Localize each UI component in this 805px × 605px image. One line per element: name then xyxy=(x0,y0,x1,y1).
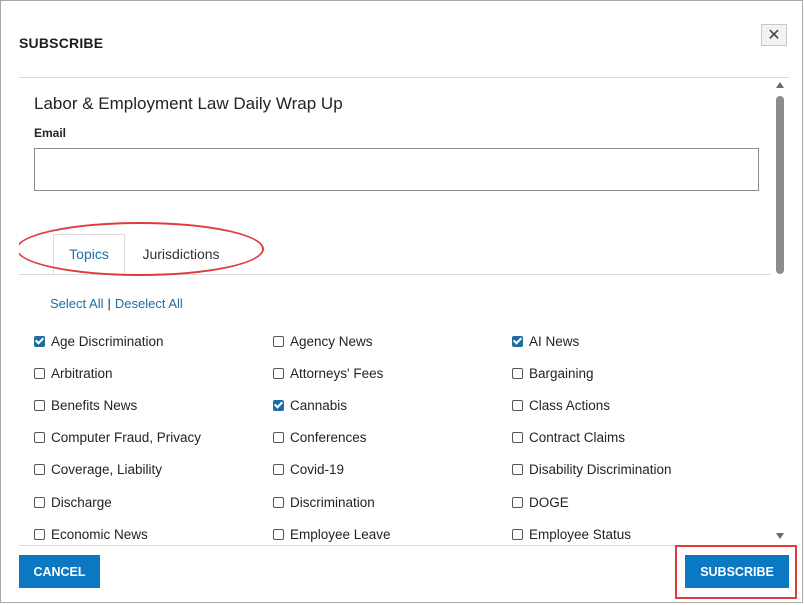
topic-label: Age Discrimination xyxy=(51,333,164,349)
scroll-up-arrow-icon[interactable] xyxy=(776,82,784,88)
dialog-body[interactable]: Labor & Employment Law Daily Wrap Up Ema… xyxy=(19,78,771,545)
topic-checkbox-item[interactable]: Employee Status xyxy=(512,525,631,543)
checkbox-unchecked[interactable] xyxy=(34,399,45,411)
subscribe-dialog: SUBSCRIBE ✕ Labor & Employment Law Daily… xyxy=(0,0,803,603)
checkbox-unchecked[interactable] xyxy=(34,528,45,540)
checkbox-unchecked[interactable] xyxy=(273,335,284,347)
topic-label: Coverage, Liability xyxy=(51,462,163,478)
topic-checkbox-item[interactable]: Cannabis xyxy=(273,396,347,414)
select-all-link[interactable]: Select All xyxy=(50,296,103,311)
cancel-button[interactable]: CANCEL xyxy=(19,555,100,588)
topic-label: Arbitration xyxy=(51,365,113,381)
topic-label: DOGE xyxy=(529,494,569,510)
topic-checkbox-item[interactable]: Attorneys' Fees xyxy=(273,364,383,382)
topic-label: Class Actions xyxy=(529,397,611,413)
close-icon: ✕ xyxy=(767,27,781,44)
topic-checkbox-item[interactable]: Discrimination xyxy=(273,493,375,511)
topic-label: Employee Leave xyxy=(290,526,391,542)
subscribe-button[interactable]: SUBSCRIBE xyxy=(685,555,789,588)
tab-topics[interactable]: Topics xyxy=(53,234,125,274)
topic-label: Economic News xyxy=(51,526,148,542)
checkbox-unchecked[interactable] xyxy=(273,464,284,476)
topic-checkbox-item[interactable]: Economic News xyxy=(34,525,148,543)
checkbox-unchecked[interactable] xyxy=(34,464,45,476)
footer-divider xyxy=(19,545,789,546)
tab-jurisdictions[interactable]: Jurisdictions xyxy=(133,234,229,273)
topic-label: Attorneys' Fees xyxy=(290,365,384,381)
checkbox-unchecked[interactable] xyxy=(34,496,45,508)
newsletter-title: Labor & Employment Law Daily Wrap Up xyxy=(34,94,343,113)
topic-label: Contract Claims xyxy=(529,430,626,446)
topic-label: Employee Status xyxy=(529,526,632,542)
email-label: Email xyxy=(34,126,67,140)
topic-label: Covid-19 xyxy=(290,462,345,478)
topic-label: Agency News xyxy=(290,333,373,349)
checkbox-unchecked[interactable] xyxy=(512,528,523,540)
checkbox-unchecked[interactable] xyxy=(34,367,45,379)
checkbox-unchecked[interactable] xyxy=(34,432,45,444)
checkbox-unchecked[interactable] xyxy=(273,496,284,508)
topic-checkbox-item[interactable]: DOGE xyxy=(512,493,569,511)
topic-label: Discharge xyxy=(51,494,112,510)
topic-checkbox-item[interactable]: Coverage, Liability xyxy=(34,461,162,479)
topic-label: Benefits News xyxy=(51,397,138,413)
topic-label: AI News xyxy=(529,333,580,349)
topic-checkbox-item[interactable]: Employee Leave xyxy=(273,525,391,543)
checkbox-unchecked[interactable] xyxy=(512,432,523,444)
topic-label: Conferences xyxy=(290,430,367,446)
email-field[interactable] xyxy=(34,148,759,191)
topic-checkbox-item[interactable]: Contract Claims xyxy=(512,429,625,447)
topic-label: Computer Fraud, Privacy xyxy=(51,430,202,446)
topic-label: Disability Discrimination xyxy=(529,462,672,478)
topic-checkbox-item[interactable]: Class Actions xyxy=(512,396,610,414)
checkbox-unchecked[interactable] xyxy=(512,367,523,379)
link-separator: | xyxy=(107,296,111,311)
topic-label: Cannabis xyxy=(290,397,348,413)
topic-checkbox-item[interactable]: Disability Discrimination xyxy=(512,461,672,479)
checkbox-unchecked[interactable] xyxy=(512,399,523,411)
checkbox-checked[interactable] xyxy=(512,335,523,347)
dialog-title: SUBSCRIBE xyxy=(19,35,104,51)
topic-checkbox-item[interactable]: Bargaining xyxy=(512,364,594,382)
topic-checkbox-item[interactable]: AI News xyxy=(512,332,579,350)
topic-checkbox-item[interactable]: Age Discrimination xyxy=(34,332,164,350)
tab-bar: Topics Jurisdictions xyxy=(19,234,771,275)
checkbox-unchecked[interactable] xyxy=(512,464,523,476)
topic-label: Bargaining xyxy=(529,365,594,381)
deselect-all-link[interactable]: Deselect All xyxy=(115,296,183,311)
select-links: Select All | Deselect All xyxy=(50,296,183,311)
checkbox-checked[interactable] xyxy=(34,335,45,347)
topic-checkbox-item[interactable]: Benefits News xyxy=(34,396,137,414)
topic-checkbox-item[interactable]: Agency News xyxy=(273,332,373,350)
scroll-down-arrow-icon[interactable] xyxy=(776,533,784,539)
checkbox-unchecked[interactable] xyxy=(273,528,284,540)
scrollbar[interactable] xyxy=(773,78,787,545)
checkbox-unchecked[interactable] xyxy=(512,496,523,508)
topic-checkbox-item[interactable]: Conferences xyxy=(273,429,367,447)
topic-label: Discrimination xyxy=(290,494,375,510)
topic-checkbox-item[interactable]: Covid-19 xyxy=(273,461,344,479)
scroll-thumb[interactable] xyxy=(776,96,784,274)
checkbox-unchecked[interactable] xyxy=(273,432,284,444)
checkbox-unchecked[interactable] xyxy=(273,367,284,379)
close-button[interactable]: ✕ xyxy=(761,24,787,46)
topic-checkbox-item[interactable]: Discharge xyxy=(34,493,112,511)
checkbox-checked[interactable] xyxy=(273,399,284,411)
topic-checkbox-item[interactable]: Arbitration xyxy=(34,364,113,382)
topic-checkbox-item[interactable]: Computer Fraud, Privacy xyxy=(34,429,201,447)
